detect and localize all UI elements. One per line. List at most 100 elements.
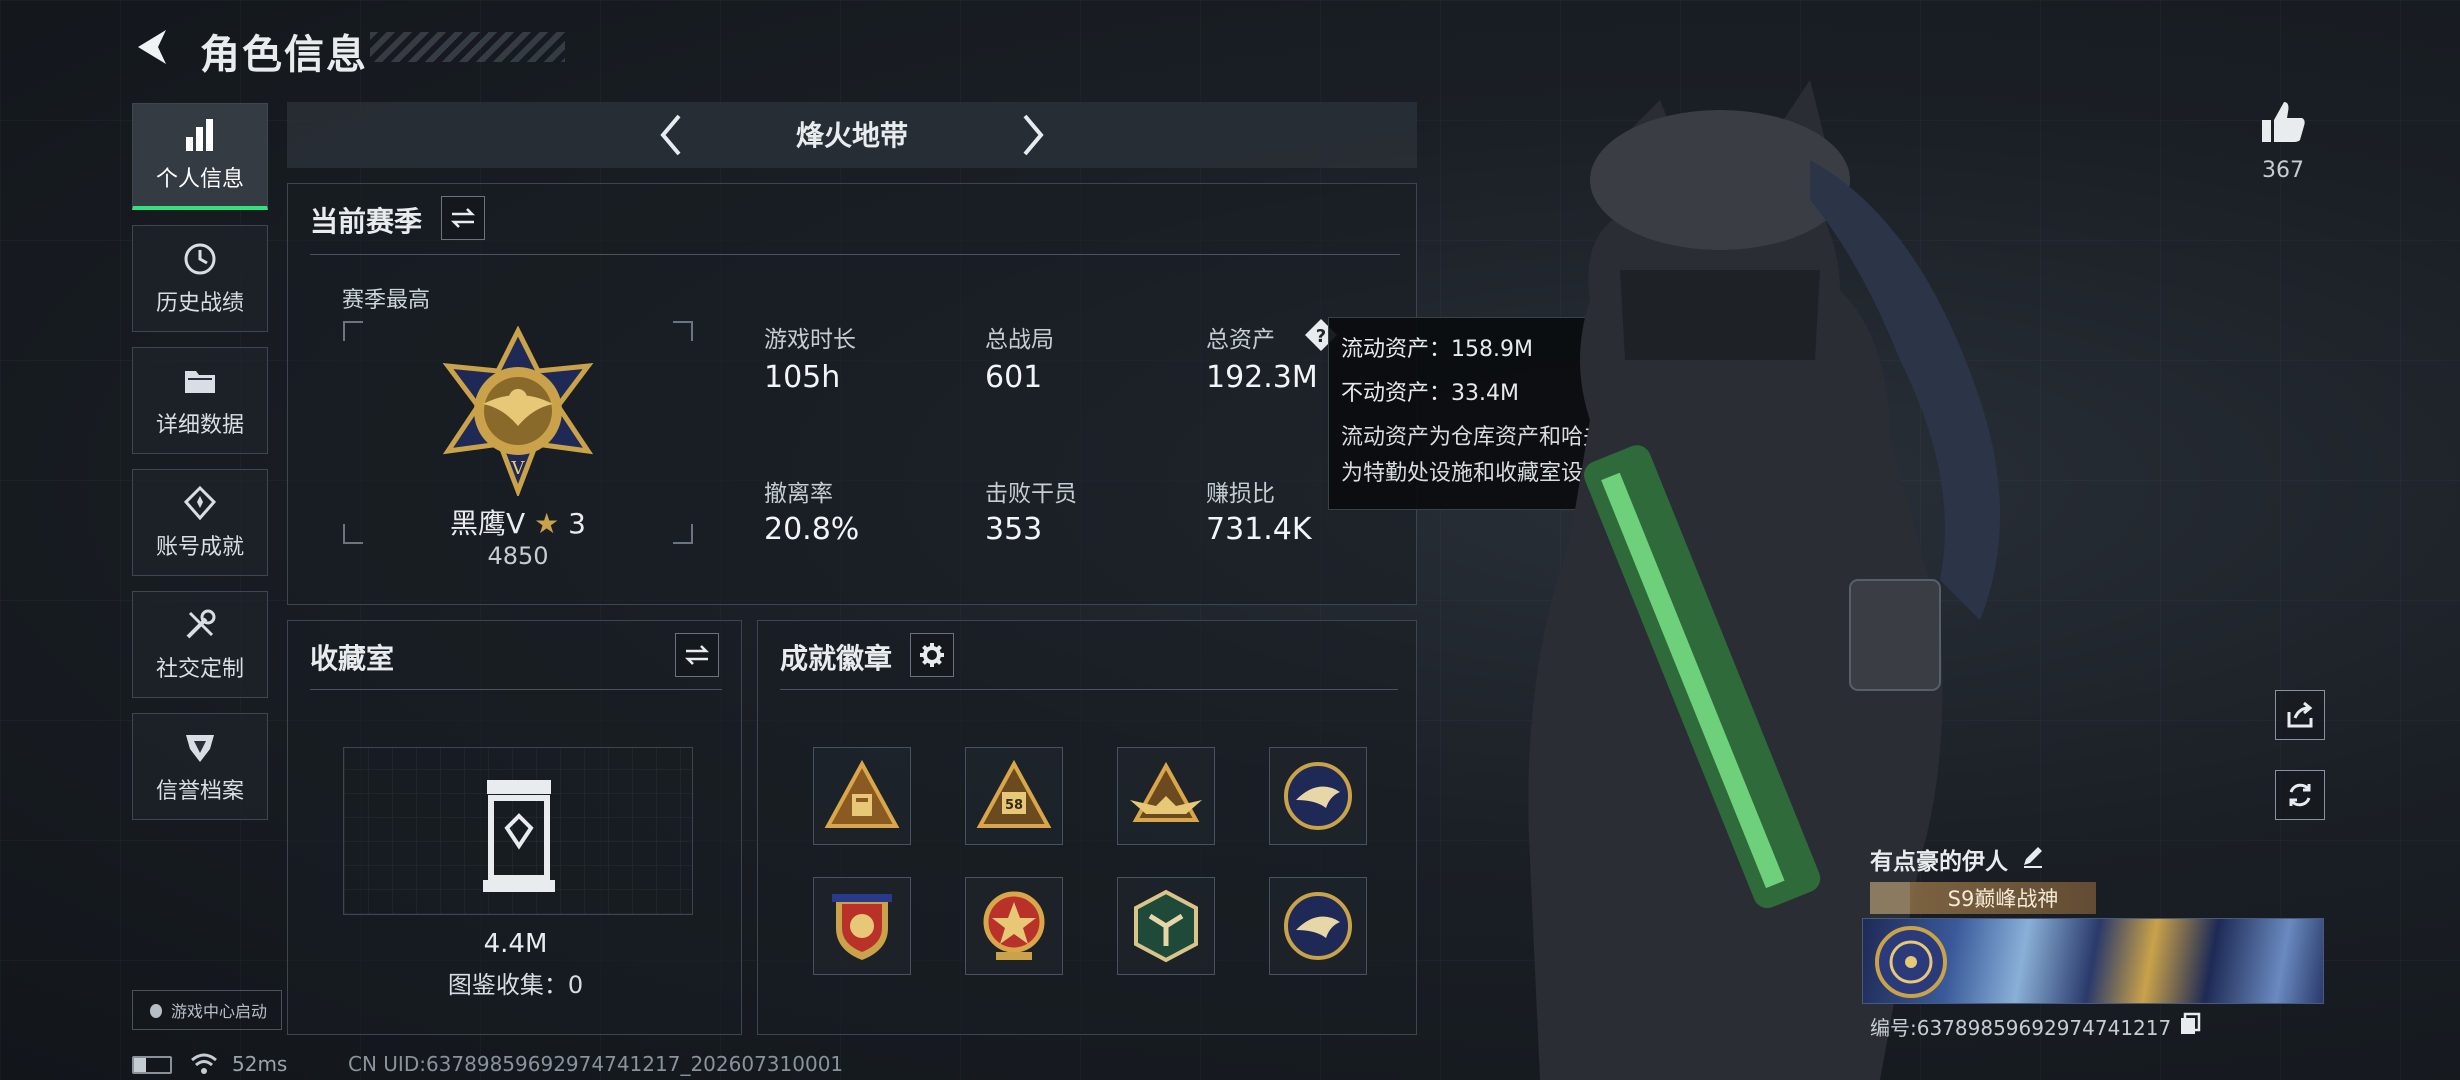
sidebar-item-reputation[interactable]: 信誉档案 xyxy=(132,713,268,820)
battery-icon xyxy=(132,1056,172,1074)
stat-label-profit-ratio: 赚损比 xyxy=(1206,481,1275,507)
catalog-count: 图鉴收集：0 xyxy=(447,971,584,999)
star-medal-badge[interactable] xyxy=(965,877,1063,975)
divider xyxy=(310,254,1400,255)
refresh-button[interactable] xyxy=(2275,770,2325,820)
hexagon-badge-icon xyxy=(1134,889,1198,963)
sidebar-item-personal-info[interactable]: 个人信息 xyxy=(132,103,268,210)
stat-value-extraction-rate: 20.8% xyxy=(764,512,860,547)
stat-value-kills: 353 xyxy=(985,512,1043,547)
share-icon xyxy=(2287,701,2313,728)
stat-value-matches: 601 xyxy=(985,360,1043,395)
copy-uid-button[interactable] xyxy=(2179,1012,2201,1041)
bar-chart-icon xyxy=(186,119,213,151)
player-uid: 编号:637898596929747412​17 xyxy=(1870,1016,2172,1040)
sidebar-item-label: 详细数据 xyxy=(155,412,244,438)
stat-value-profit-ratio: 731.4K xyxy=(1206,512,1312,547)
sidebar-item-label: 账号成就 xyxy=(155,534,244,560)
stat-label-matches: 总战局 xyxy=(985,327,1054,353)
footer-uid: CN UID:6378985969297474121​7_20260731000… xyxy=(348,1052,844,1076)
stat-value-playtime: 105h xyxy=(764,360,841,395)
launch-label: 游戏中心启动 xyxy=(170,1002,267,1021)
eagle-badge-2[interactable] xyxy=(1269,877,1367,975)
stat-value-total-assets: 192.3M xyxy=(1206,360,1318,395)
swap-icon xyxy=(450,208,476,228)
stat-label-playtime: 游戏时长 xyxy=(764,327,856,353)
reputation-icon xyxy=(186,734,214,762)
player-name-row: 有点豪的伊人 xyxy=(1870,842,2046,876)
share-button[interactable] xyxy=(2275,690,2325,740)
history-icon xyxy=(184,243,216,274)
player-name: 有点豪的伊人 xyxy=(1870,849,2008,875)
pencil-icon xyxy=(2024,847,2042,868)
stat-label-extraction-rate: 撤离率 xyxy=(764,481,833,507)
sidebar-item-detailed-data[interactable]: 详细数据 xyxy=(132,347,268,454)
svg-text:?: ? xyxy=(1316,326,1326,347)
collection-display-frame[interactable] xyxy=(343,747,693,915)
sidebar-item-social[interactable]: 社交定制 xyxy=(132,591,268,698)
divider xyxy=(780,689,1398,690)
sidebar-item-label: 社交定制 xyxy=(155,656,244,682)
sidebar-item-label: 个人信息 xyxy=(155,167,244,192)
ping: 52ms xyxy=(232,1052,288,1076)
triangle-wings-badge-icon xyxy=(1130,761,1202,822)
star-medal-badge-icon xyxy=(983,891,1045,960)
page-title: 角色信息 xyxy=(200,32,368,78)
collection-room-panel: 收藏室 4.4M 图鉴收集：0 xyxy=(287,620,742,1035)
collection-switch-button[interactable] xyxy=(675,633,719,677)
like-button[interactable] xyxy=(2258,98,2308,148)
rank-score: 4850 xyxy=(487,542,549,570)
triangle-58-badge[interactable]: 58 xyxy=(965,747,1063,845)
eagle-badge-icon-2 xyxy=(1284,892,1352,960)
player-banner[interactable] xyxy=(1862,918,2324,1004)
triangle-badge-icon xyxy=(824,759,900,828)
back-button[interactable] xyxy=(128,22,178,72)
rank-name: 黑鹰V xyxy=(450,507,526,540)
mode-name: 烽火地带 xyxy=(795,119,908,152)
sidebar-item-achievements[interactable]: 账号成就 xyxy=(132,469,268,576)
current-season-panel: 当前赛季 赛季最高 V 黑鹰V ★ 3 4850 游戏时长 105h 总战局 6… xyxy=(287,183,1417,605)
black-hawk-rank-emblem-icon: V xyxy=(442,326,594,496)
achievement-badges-panel: 成就徽章 58 xyxy=(757,620,1417,1035)
triangle-58-badge-icon: 58 xyxy=(976,759,1052,828)
player-title-plate: S9巅峰战神 xyxy=(1870,882,2096,914)
sidebar-item-label: 历史战绩 xyxy=(155,290,244,316)
game-center-launch-button[interactable]: 游戏中心启动 xyxy=(132,990,282,1030)
edit-name-button[interactable] xyxy=(2020,843,2046,875)
svg-text:58: 58 xyxy=(1005,798,1023,813)
chevron-right-icon xyxy=(1023,114,1044,156)
penguin-icon xyxy=(149,1004,162,1018)
eagle-badge-icon xyxy=(1284,762,1352,830)
sidebar-item-history[interactable]: 历史战绩 xyxy=(132,225,268,332)
stat-label-kills: 击败干员 xyxy=(985,481,1077,507)
player-title: S9巅峰战神 xyxy=(1947,887,2059,911)
stat-label-total-assets: 总资产 xyxy=(1206,327,1275,353)
thumbs-up-icon xyxy=(2262,102,2305,142)
eagle-badge[interactable] xyxy=(1269,747,1367,845)
svg-text:V: V xyxy=(511,458,526,479)
gear-icon xyxy=(920,643,944,667)
hexagon-badge[interactable] xyxy=(1117,877,1215,975)
rank-line: 黑鹰V ★ 3 xyxy=(388,502,648,542)
copy-icon xyxy=(2181,1012,2201,1034)
wifi-icon xyxy=(191,1053,217,1074)
triangle-badge[interactable] xyxy=(813,747,911,845)
refresh-icon xyxy=(2289,783,2311,807)
folder-icon xyxy=(185,370,215,393)
season-best-label: 赛季最高 xyxy=(342,288,431,313)
triangle-wings-badge[interactable] xyxy=(1117,747,1215,845)
player-uid-row: 编号:637898596929747412​17 xyxy=(1870,1012,2201,1041)
mode-next-button[interactable] xyxy=(1007,110,1057,160)
title-plate-emblem-icon xyxy=(1870,882,1910,914)
rank-stars: 3 xyxy=(568,507,586,540)
shield-badge[interactable] xyxy=(813,877,911,975)
season-switch-button[interactable] xyxy=(441,196,485,240)
back-arrow-icon xyxy=(138,30,166,64)
shield-badge-icon xyxy=(832,894,892,960)
swap-icon xyxy=(684,645,710,665)
badges-settings-button[interactable] xyxy=(910,633,954,677)
title-decoration xyxy=(370,32,565,62)
collection-title: 收藏室 xyxy=(310,642,395,675)
display-case-icon xyxy=(483,780,555,892)
tools-icon xyxy=(186,609,216,638)
